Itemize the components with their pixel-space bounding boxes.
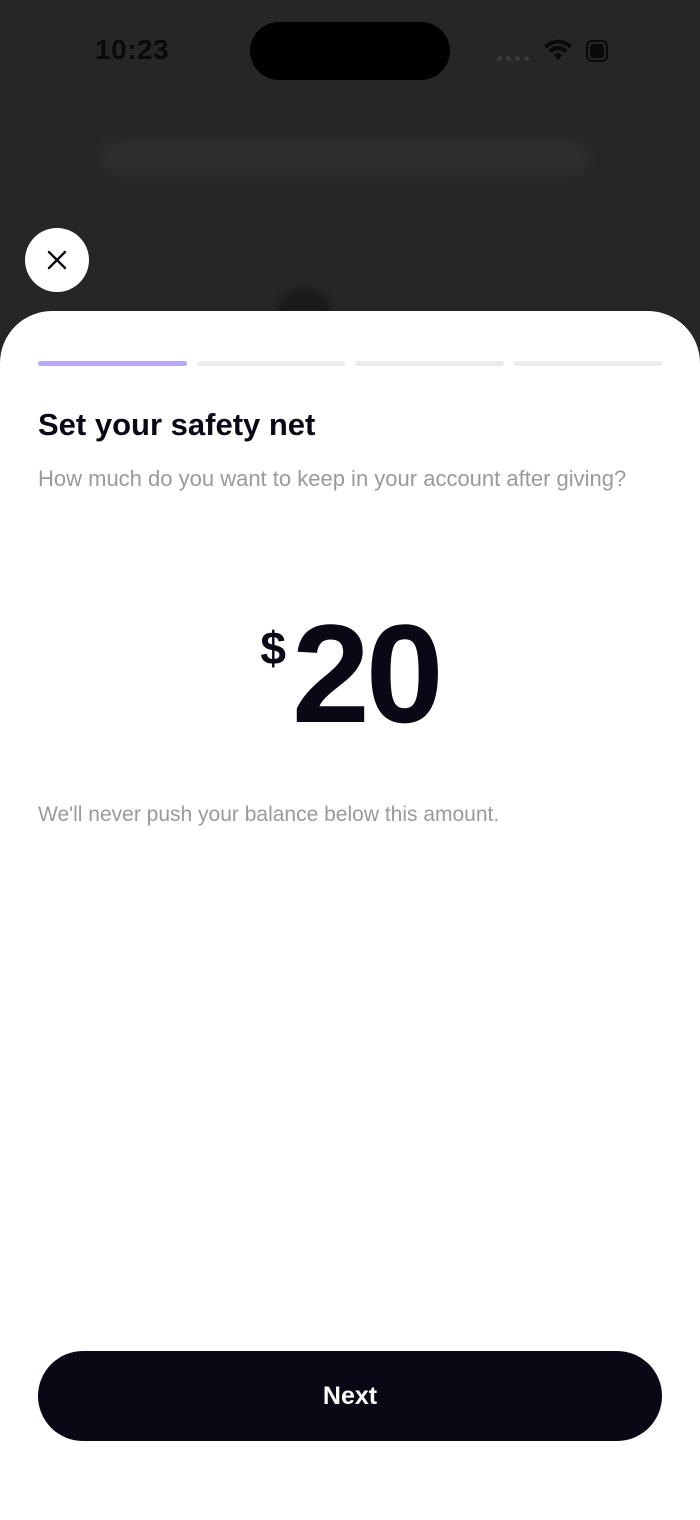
amount-value[interactable]: 20 [292, 604, 444, 744]
battery-icon [586, 40, 608, 62]
sheet-title: Set your safety net [38, 407, 316, 442]
wifi-icon [544, 39, 572, 60]
amount-display[interactable]: $ 20 [0, 604, 700, 744]
dynamic-island [250, 22, 450, 80]
background-content-blurred [100, 140, 590, 176]
next-button[interactable]: Next [38, 1351, 662, 1441]
cellular-signal-icon [497, 56, 529, 61]
progress-segment-1 [38, 361, 187, 366]
close-icon [47, 250, 67, 270]
progress-segment-4 [513, 361, 662, 366]
step-progress-bar [38, 361, 662, 366]
amount-hint: We'll never push your balance below this… [38, 803, 500, 826]
status-time: 10:23 [95, 34, 170, 65]
progress-segment-2 [196, 361, 345, 366]
close-button[interactable] [25, 228, 89, 292]
sheet-subtitle: How much do you want to keep in your acc… [38, 466, 627, 491]
screen: 10:23 Set your safety net How much do yo… [0, 0, 700, 1520]
progress-segment-3 [355, 361, 504, 366]
safety-net-sheet: Set your safety net How much do you want… [0, 311, 700, 1520]
currency-symbol: $ [260, 622, 286, 674]
